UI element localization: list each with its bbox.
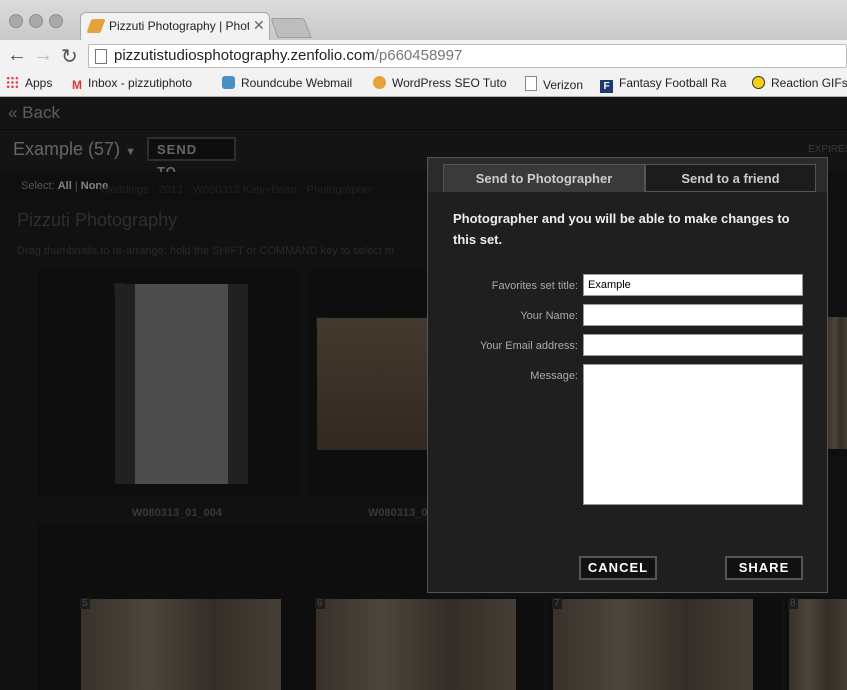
page-icon [525, 76, 537, 91]
gmail-icon: M [72, 78, 82, 91]
share-button[interactable]: SHARE [725, 556, 803, 580]
fantasy-f-icon: F [600, 80, 613, 93]
email-input[interactable] [583, 334, 803, 356]
bookmark-fantasy-football[interactable]: F Fantasy Football Ra [600, 76, 735, 93]
message-textarea[interactable] [583, 364, 803, 505]
your-name-input[interactable] [583, 304, 803, 326]
bookmark-apps[interactable]: Apps [6, 76, 66, 90]
minimize-window-button[interactable] [29, 14, 43, 28]
send-dialog: Send to Photographer Send to a friend Ph… [427, 157, 828, 593]
seo-icon [373, 76, 386, 89]
bookmark-wordpress-seo[interactable]: WordPress SEO Tuto [373, 76, 508, 90]
tab-send-to-photographer[interactable]: Send to Photographer [443, 164, 645, 192]
favorites-title-label: Favorites set title: [491, 280, 578, 292]
browser-tab-active[interactable]: Pizzuti Photography | Photo ✕ [80, 12, 270, 40]
apps-grid-icon [6, 76, 19, 89]
browser-toolbar: ← → ↻ pizzutistudiosphotography.zenfolio… [0, 40, 847, 73]
email-label: Your Email address: [479, 340, 578, 352]
bookmark-inbox[interactable]: M Inbox - pizzutiphoto [72, 76, 207, 91]
close-tab-icon[interactable]: ✕ [253, 17, 265, 34]
reload-icon[interactable]: ↻ [61, 44, 78, 69]
message-label: Message: [530, 370, 578, 382]
back-arrow-icon[interactable]: ← [7, 44, 27, 67]
forward-arrow-icon[interactable]: → [33, 44, 53, 67]
page-icon [95, 49, 107, 64]
favicon-icon [86, 19, 106, 33]
roundcube-icon [222, 76, 235, 89]
url-text[interactable]: pizzutistudiosphotography.zenfolio.com/p… [114, 47, 462, 64]
bookmark-reaction-gifs[interactable]: Reaction GIFs [752, 76, 847, 90]
browser-titlebar: Pizzuti Photography | Photo ✕ [0, 0, 847, 40]
your-name-label: Your Name: [520, 310, 578, 322]
tab-send-to-friend[interactable]: Send to a friend [645, 164, 816, 192]
close-window-button[interactable] [9, 14, 23, 28]
bookmark-verizon[interactable]: Verizon [525, 76, 595, 92]
dialog-body: Photographer and you will be able to mak… [428, 192, 827, 592]
smiley-icon [752, 76, 765, 89]
favorites-title-input[interactable] [583, 274, 803, 296]
cancel-button[interactable]: CANCEL [579, 556, 657, 580]
zoom-window-button[interactable] [49, 14, 63, 28]
bookmark-roundcube[interactable]: Roundcube Webmail [222, 76, 357, 90]
tab-title: Pizzuti Photography | Photo [109, 19, 249, 33]
new-tab-button[interactable] [270, 18, 312, 38]
address-bar[interactable]: pizzutistudiosphotography.zenfolio.com/p… [88, 44, 847, 68]
bookmarks-bar: Apps M Inbox - pizzutiphoto Roundcube Web… [0, 72, 847, 97]
dialog-message: Photographer and you will be able to mak… [453, 211, 790, 247]
